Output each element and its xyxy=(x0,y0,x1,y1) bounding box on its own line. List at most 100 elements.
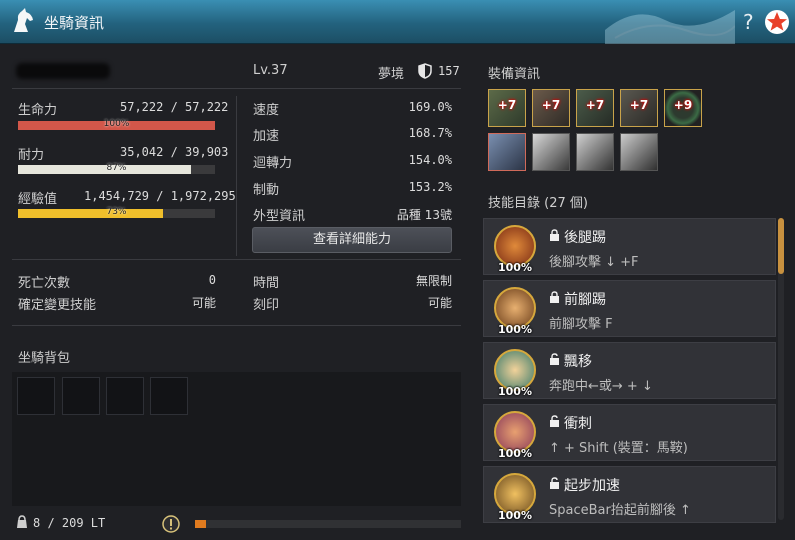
death-count-label: 死亡次數 xyxy=(18,276,71,291)
skill-name: 飄移 xyxy=(564,354,592,370)
skill-mastery: 100% xyxy=(498,385,532,398)
ability-value: 168.7% xyxy=(408,126,452,140)
enhance-level: +7 xyxy=(585,98,605,112)
skill-list-scrollbar[interactable] xyxy=(778,218,784,520)
enhance-level: +7 xyxy=(541,98,561,112)
divider xyxy=(12,325,461,326)
skill-name: 起步加速 xyxy=(564,478,620,494)
dream-value: 157 xyxy=(438,64,460,78)
death-count-value: 0 xyxy=(208,273,216,287)
bag-capacity-fill xyxy=(195,520,206,528)
exp-label: 經驗值 xyxy=(18,192,58,207)
change-skill-label: 確定變更技能 xyxy=(18,298,97,313)
hp-label: 生命力 xyxy=(18,103,58,118)
bag-slot[interactable] xyxy=(150,377,188,415)
exp-bar: 73% xyxy=(18,207,215,218)
ability-value: 153.2% xyxy=(408,180,452,194)
divider xyxy=(12,259,461,260)
title-bar: 坐騎資訊 ? xyxy=(0,0,795,44)
ability-label: 加速 xyxy=(253,129,280,144)
armor-icon[interactable]: +7 xyxy=(576,89,614,127)
weight-icon xyxy=(17,515,27,528)
warning-icon[interactable] xyxy=(162,515,180,533)
imprint-value: 可能 xyxy=(427,296,452,310)
stamina-label: 耐力 xyxy=(18,148,45,163)
enhance-level: +7 xyxy=(497,98,517,112)
stamina-bar: 87% xyxy=(18,163,215,174)
unlock-icon xyxy=(550,415,559,427)
skill-list-title: 技能目錄 (27 個) xyxy=(488,196,588,211)
ring-icon[interactable]: +9 xyxy=(664,89,702,127)
time-label: 時間 xyxy=(253,276,280,291)
hp-bar-percent: 100% xyxy=(103,119,130,129)
change-skill-value: 可能 xyxy=(191,296,216,310)
skill-name: 前腳踢 xyxy=(564,292,606,308)
bag-slot[interactable] xyxy=(17,377,55,415)
skill-item[interactable]: 100% 飄移 奔跑中←或→ + ↓ xyxy=(483,342,776,399)
skill-desc: 後腳攻擊 ↓ +F xyxy=(549,255,639,270)
window-title: 坐騎資訊 xyxy=(44,14,105,32)
unlock-icon xyxy=(550,477,559,489)
bag-capacity-bar xyxy=(195,520,461,528)
skill-item[interactable]: 100% 衝刺 ↑ + Shift (裝置：馬鞍) xyxy=(483,404,776,461)
skill-desc: SpaceBar抬起前腳後 ↑ xyxy=(549,503,691,518)
stamina-value: 35,042 / 39,903 xyxy=(120,145,229,159)
help-button[interactable]: ? xyxy=(743,10,754,34)
equipment-title: 裝備資訊 xyxy=(488,67,541,82)
skill-desc: ↑ + Shift (裝置：馬鞍) xyxy=(549,441,688,456)
ability-label: 制動 xyxy=(253,183,280,198)
wave-decoration xyxy=(605,10,735,44)
skill-item[interactable]: 100% 後腿踢 後腳攻擊 ↓ +F xyxy=(483,218,776,275)
skill-desc: 奔跑中←或→ + ↓ xyxy=(549,379,653,394)
horse-gear-icon[interactable] xyxy=(532,133,570,171)
dream-label: 夢境 xyxy=(378,67,405,82)
horse-appearance-icon[interactable] xyxy=(488,133,526,171)
divider xyxy=(236,96,237,256)
imprint-label: 刻印 xyxy=(253,298,280,313)
mount-name-redacted xyxy=(16,63,110,79)
ability-label: 外型資訊 xyxy=(253,209,306,224)
bag-capacity: 8 / 209 LT xyxy=(33,516,106,530)
time-value: 無限制 xyxy=(415,274,452,288)
skill-item[interactable]: 100% 前腳踢 前腳攻擊 F xyxy=(483,280,776,337)
ability-value: 品種 13號 xyxy=(396,208,452,222)
ability-label: 迴轉力 xyxy=(253,156,293,171)
divider xyxy=(12,88,461,89)
favorite-star-button[interactable] xyxy=(764,9,790,35)
scrollbar-thumb[interactable] xyxy=(778,218,784,274)
horse-logo-icon xyxy=(14,8,33,32)
ability-label: 速度 xyxy=(253,103,280,118)
bag-slot[interactable] xyxy=(106,377,144,415)
skill-item[interactable]: 100% 起步加速 SpaceBar抬起前腳後 ↑ xyxy=(483,466,776,523)
skill-list: 100% 後腿踢 後腳攻擊 ↓ +F 100% 前腳踢 前腳攻擊 F 100% … xyxy=(480,214,790,526)
skill-mastery: 100% xyxy=(498,323,532,336)
horse-gear-icon[interactable] xyxy=(620,133,658,171)
skill-mastery: 100% xyxy=(498,261,532,274)
horseshoe-icon[interactable]: +7 xyxy=(620,89,658,127)
mount-level: Lv.37 xyxy=(253,63,288,78)
skill-desc: 前腳攻擊 F xyxy=(549,317,613,332)
exp-value: 1,454,729 / 1,972,295 xyxy=(84,189,236,203)
lock-icon xyxy=(550,291,559,303)
skill-mastery: 100% xyxy=(498,509,532,522)
skill-mastery: 100% xyxy=(498,447,532,460)
mount-bag-title: 坐騎背包 xyxy=(18,351,71,366)
ability-value: 154.0% xyxy=(408,153,452,167)
skill-name: 後腿踢 xyxy=(564,230,606,246)
unlock-icon xyxy=(550,353,559,365)
exp-bar-percent: 73% xyxy=(106,207,127,217)
bag-slot[interactable] xyxy=(62,377,100,415)
lock-icon xyxy=(550,229,559,241)
ability-value: 169.0% xyxy=(408,100,452,114)
stamina-bar-percent: 87% xyxy=(106,163,127,173)
enhance-level: +9 xyxy=(673,98,693,112)
stirrup-icon[interactable]: +7 xyxy=(532,89,570,127)
hp-bar: 100% xyxy=(18,119,215,130)
shield-icon xyxy=(418,63,432,79)
horse-gear-icon[interactable] xyxy=(576,133,614,171)
skill-name: 衝刺 xyxy=(564,416,592,432)
hp-value: 57,222 / 57,222 xyxy=(120,100,229,114)
enhance-level: +7 xyxy=(629,98,649,112)
saddle-icon[interactable]: +7 xyxy=(488,89,526,127)
view-detail-stats-button[interactable]: 查看詳細能力 xyxy=(252,227,452,253)
